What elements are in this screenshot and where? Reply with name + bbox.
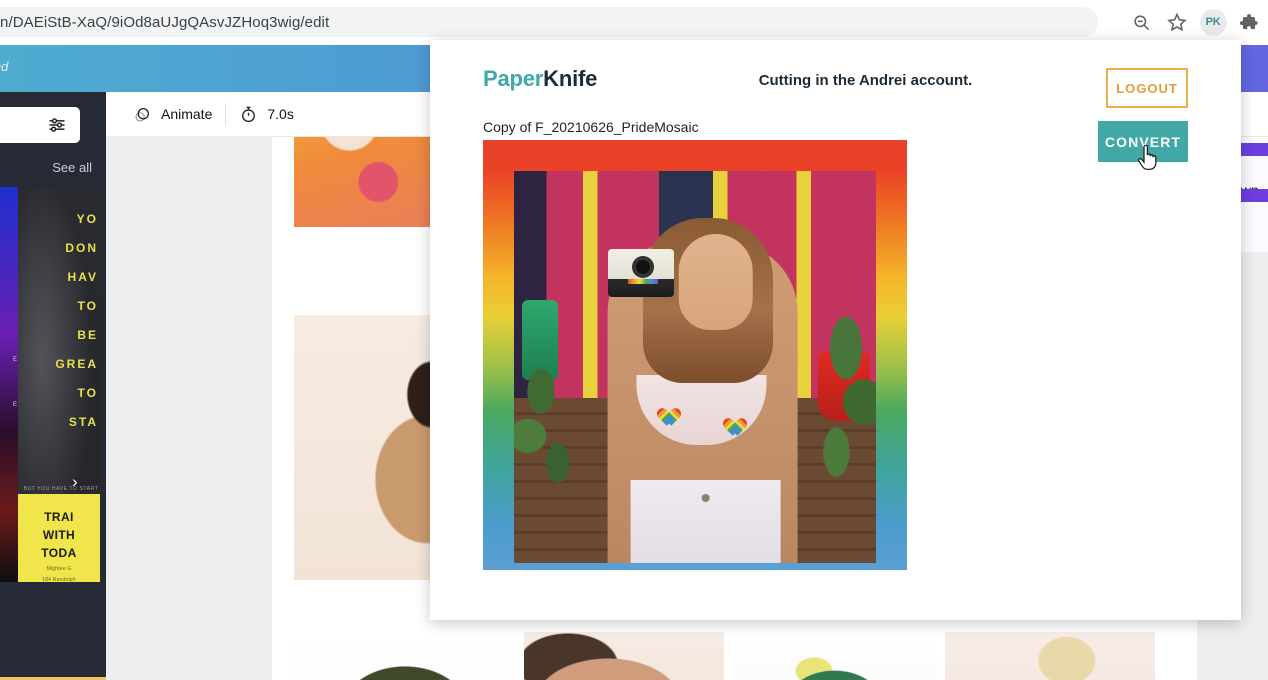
rainbow-heart-icon bbox=[719, 411, 741, 431]
footer-address-line: Mightee G bbox=[46, 566, 72, 572]
headline-line: YO bbox=[76, 212, 98, 226]
browser-chrome: n/DAEiStB-XaQ/9iOd8aUJgQAsvJZHoq3wig/edi… bbox=[0, 0, 1268, 45]
save-status-label: res saved bbox=[0, 59, 9, 74]
animate-label: Animate bbox=[161, 106, 213, 122]
tpl-prev-text-a: E bbox=[12, 357, 17, 363]
headline-line: BE bbox=[77, 328, 98, 342]
convert-button[interactable]: CONVERT bbox=[1098, 121, 1188, 162]
photo-subject-face bbox=[678, 233, 753, 330]
zoom-out-icon[interactable] bbox=[1126, 7, 1156, 37]
template-thumbnail-previous[interactable]: E E bbox=[0, 187, 18, 582]
browser-toolbar-actions: PK bbox=[1126, 5, 1268, 39]
duration-button[interactable]: 7.0s bbox=[226, 92, 306, 137]
photo-shorts-button bbox=[701, 493, 710, 502]
preview-photo bbox=[514, 171, 876, 563]
headline-line: TO bbox=[77, 386, 98, 400]
rainbow-heart-icon bbox=[653, 401, 675, 421]
camera-lens-icon bbox=[632, 256, 655, 279]
profile-avatar[interactable]: PK bbox=[1198, 7, 1228, 37]
photo-subject-shorts bbox=[630, 479, 781, 563]
screen-root: n/DAEiStB-XaQ/9iOd8aUJgQAsvJZHoq3wig/edi… bbox=[0, 0, 1268, 680]
carousel-next-icon[interactable]: › bbox=[72, 473, 88, 490]
footer-line: WITH bbox=[42, 528, 76, 542]
address-bar-url: n/DAEiStB-XaQ/9iOd8aUJgQAsvJZHoq3wig/edi… bbox=[0, 13, 330, 31]
canvas-photo-palm-swimsuit[interactable] bbox=[732, 632, 937, 680]
stopwatch-icon bbox=[242, 106, 256, 122]
duration-label: 7.0s bbox=[267, 106, 294, 122]
template-card-headline: YO DON HAV TO BE GREA TO STA bbox=[18, 205, 100, 437]
photo-plant-left bbox=[514, 359, 618, 520]
file-name-label: Copy of F_20210626_PrideMosaic bbox=[483, 119, 699, 135]
avatar-initials: PK bbox=[1199, 8, 1227, 36]
see-all-link[interactable]: See all bbox=[52, 160, 92, 175]
headline-line: STA bbox=[68, 415, 98, 429]
photo-prop-camera bbox=[608, 249, 675, 298]
template-card-subtext: BUT YOU HAVE TO START bbox=[23, 486, 99, 492]
extensions-puzzle-icon[interactable] bbox=[1234, 7, 1264, 37]
paperknife-modal: PaperKnife Cutting in the Andrei account… bbox=[430, 40, 1241, 620]
template-thumbnail-strip: E E YO DON HAV TO BE GREA TO STA BUT YOU… bbox=[0, 187, 106, 680]
tpl-prev-text-b: E bbox=[12, 402, 17, 408]
image-preview-frame[interactable] bbox=[483, 140, 907, 570]
footer-line: TODA bbox=[41, 546, 77, 560]
filter-sliders-icon bbox=[49, 118, 65, 132]
animate-icon bbox=[135, 107, 149, 122]
canvas-photo-teal-top[interactable] bbox=[945, 632, 1155, 680]
headline-line: GREA bbox=[55, 357, 98, 371]
sidebar-search-bar[interactable] bbox=[0, 107, 80, 143]
footer-address-line: 184 Randolph bbox=[42, 577, 76, 582]
modal-header: PaperKnife Cutting in the Andrei account… bbox=[430, 40, 1241, 112]
canvas-photo-lace-top[interactable] bbox=[524, 632, 724, 680]
headline-line: HAV bbox=[67, 270, 98, 284]
logout-button[interactable]: LOGOUT bbox=[1106, 68, 1188, 108]
canvas-photo-olive-top[interactable] bbox=[294, 632, 516, 680]
address-bar[interactable]: n/DAEiStB-XaQ/9iOd8aUJgQAsvJZHoq3wig/edi… bbox=[0, 7, 1098, 37]
headline-line: DON bbox=[65, 241, 98, 255]
bookmark-star-icon[interactable] bbox=[1162, 7, 1192, 37]
headline-line: TO bbox=[77, 299, 98, 313]
camera-rainbow-stripe bbox=[628, 279, 659, 285]
template-card[interactable]: YO DON HAV TO BE GREA TO STA BUT YOU HAV… bbox=[18, 187, 100, 582]
footer-line: TRAI bbox=[44, 510, 74, 524]
template-card-footer: TRAI WITH TODA Mightee G 184 Randolph We… bbox=[18, 494, 100, 582]
canva-sidebar: See all E E YO DON HAV TO BE GREA TO STA… bbox=[0, 92, 106, 680]
animate-button[interactable]: Animate bbox=[120, 92, 225, 137]
